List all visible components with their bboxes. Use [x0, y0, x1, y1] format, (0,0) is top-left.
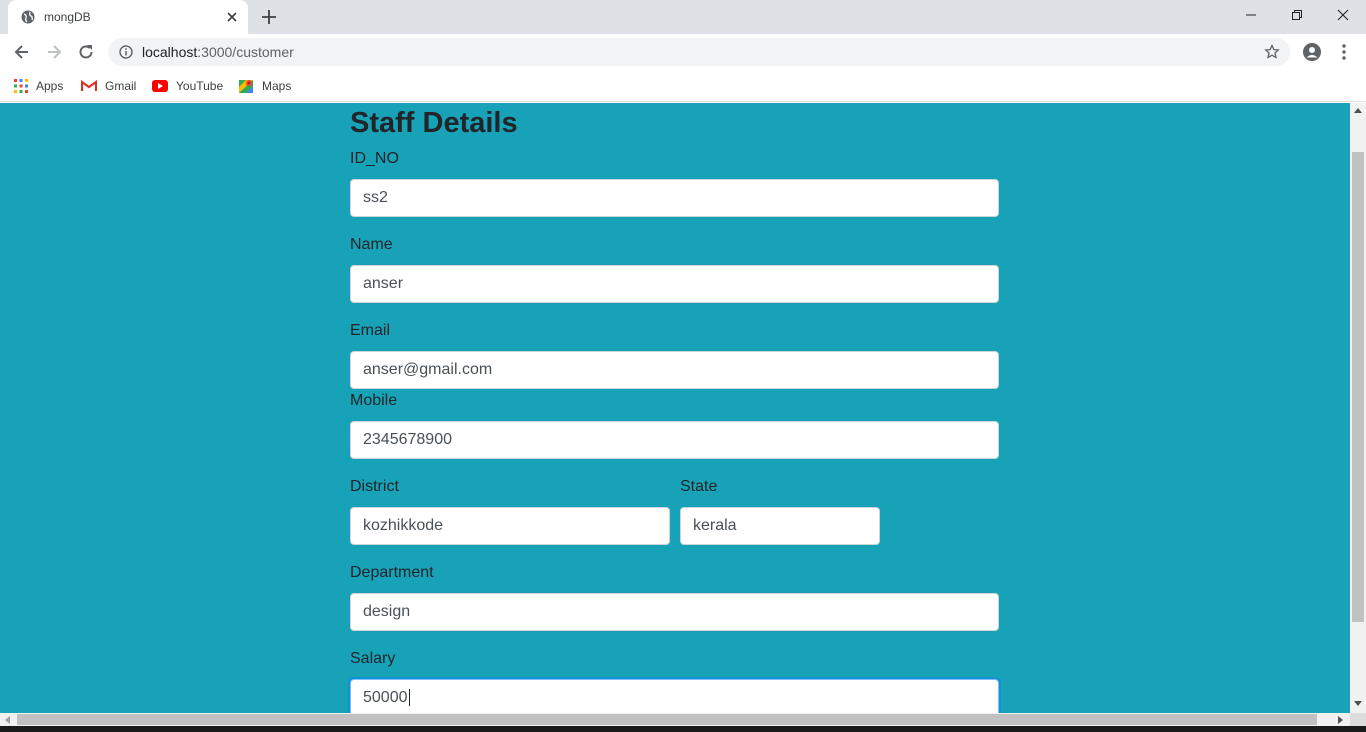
bookmark-label: YouTube — [176, 79, 224, 93]
close-tab-icon[interactable] — [224, 9, 240, 25]
new-tab-icon[interactable] — [260, 8, 278, 26]
scroll-down-arrow-icon[interactable] — [1354, 701, 1362, 707]
id-no-input[interactable]: ss2 — [350, 179, 999, 217]
restore-button[interactable] — [1274, 0, 1320, 30]
text-caret — [408, 689, 410, 707]
salary-label: Salary — [350, 650, 396, 667]
department-input[interactable]: design — [350, 593, 999, 631]
tab-strip: mongDB — [0, 0, 1366, 34]
vertical-scroll-thumb[interactable] — [1352, 152, 1364, 622]
department-label: Department — [350, 564, 434, 581]
taskbar-edge — [0, 726, 1366, 732]
browser-tab[interactable]: mongDB — [8, 0, 248, 34]
url-path: :3000/customer — [197, 44, 294, 60]
tab-title: mongDB — [44, 10, 91, 24]
scrollbar-corner — [1350, 713, 1366, 726]
bookmark-youtube[interactable]: YouTube — [152, 77, 223, 95]
url-text[interactable]: localhost:3000/customer — [142, 44, 294, 60]
district-label: District — [350, 478, 399, 495]
bookmark-apps[interactable]: Apps — [14, 77, 63, 95]
vertical-scrollbar[interactable] — [1350, 103, 1366, 713]
account-icon[interactable] — [1302, 42, 1322, 62]
address-bar[interactable]: localhost:3000/customer — [108, 38, 1290, 66]
menu-dots-icon[interactable] — [1334, 42, 1354, 62]
page-viewport: Staff Details ID_NO ss2 Name anser Email… — [0, 103, 1350, 713]
bookmark-star-icon[interactable] — [1264, 44, 1280, 60]
mobile-label: Mobile — [350, 392, 398, 409]
gmail-icon — [81, 80, 97, 92]
bookmark-label: Gmail — [105, 79, 137, 93]
close-window-button[interactable] — [1320, 0, 1366, 30]
bookmark-gmail[interactable]: Gmail — [81, 77, 136, 95]
globe-icon — [21, 10, 35, 24]
email-label: Email — [350, 322, 391, 339]
minimize-icon — [1246, 14, 1256, 16]
salary-input[interactable]: 50000 — [350, 679, 999, 713]
id-no-label: ID_NO — [350, 150, 399, 167]
bookmark-maps[interactable]: Maps — [238, 77, 291, 95]
url-host: localhost — [142, 44, 198, 60]
name-label: Name — [350, 236, 393, 253]
bookmarks-bar: Apps Gmail YouTube Maps — [0, 70, 1366, 102]
youtube-icon — [152, 80, 168, 92]
maps-icon — [239, 80, 253, 93]
close-icon — [1337, 9, 1349, 21]
salary-value: 50000 — [363, 689, 408, 706]
apps-grid-icon — [14, 79, 28, 93]
scroll-up-arrow-icon[interactable] — [1354, 107, 1362, 113]
minimize-button[interactable] — [1228, 0, 1274, 30]
reload-icon[interactable] — [76, 42, 96, 62]
back-arrow-icon[interactable] — [12, 42, 32, 62]
browser-toolbar: localhost:3000/customer — [0, 34, 1366, 70]
scroll-left-arrow-icon[interactable] — [4, 716, 10, 724]
district-input[interactable]: kozhikkode — [350, 507, 670, 545]
scroll-right-arrow-icon[interactable] — [1338, 716, 1344, 724]
restore-icon — [1292, 10, 1302, 20]
horizontal-scrollbar[interactable] — [0, 713, 1350, 726]
mobile-input[interactable]: 2345678900 — [350, 421, 999, 459]
name-input[interactable]: anser — [350, 265, 999, 303]
state-label: State — [680, 478, 718, 495]
site-info-icon[interactable] — [119, 45, 133, 59]
bookmark-label: Apps — [36, 79, 64, 93]
horizontal-scroll-thumb[interactable] — [17, 714, 1317, 725]
state-input[interactable]: kerala — [680, 507, 880, 545]
page-title: Staff Details — [350, 107, 518, 139]
forward-arrow-icon[interactable] — [44, 42, 64, 62]
bookmark-label: Maps — [262, 79, 292, 93]
email-input[interactable]: anser@gmail.com — [350, 351, 999, 389]
